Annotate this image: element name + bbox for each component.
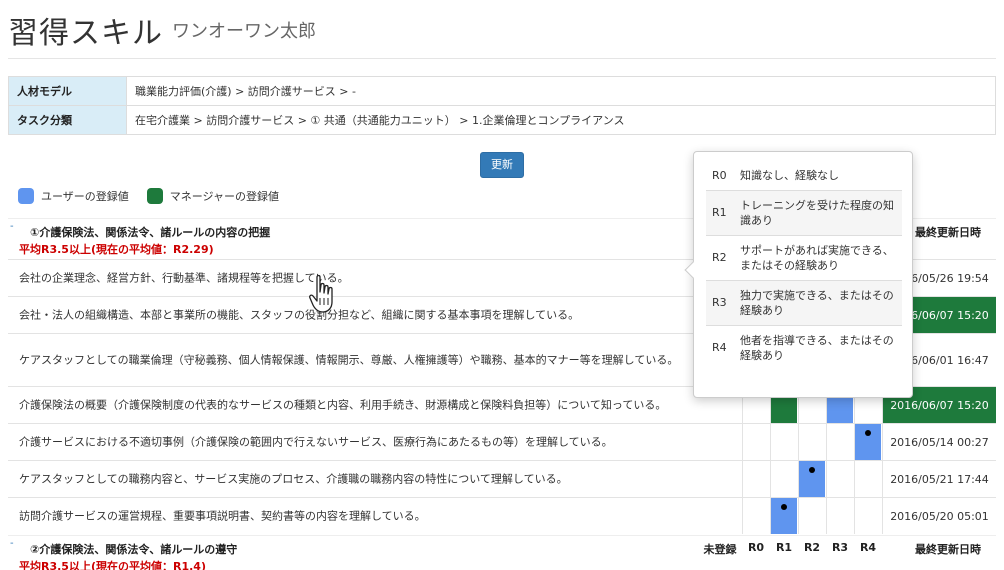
info-value: 職業能力評価(介護) > 訪問介護サービス > - [126,76,996,106]
level-desc: 他者を指導できる、またはその経験あり [740,333,894,362]
skill-text: ケアスタッフとしての職業倫理（守秘義務、個人情報保護、情報開示、尊厳、人権擁護等… [19,353,679,367]
level-code: R4 [712,341,727,355]
r2-cell[interactable] [798,461,825,497]
col-unregistered: 未登録 [703,543,737,556]
r3-cell[interactable] [826,424,853,460]
col-last-updated: 最終更新日時 [915,543,981,556]
r4-cell[interactable] [854,498,881,534]
skill-text: 会社・法人の組織構造、本部と事業所の機能、スタッフの役割分担など、組織に関する基… [19,308,580,322]
collapse-toggle-icon[interactable]: - [10,221,14,232]
hand-pointer-icon [309,274,333,313]
title-divider [8,58,996,59]
table-row[interactable]: ケアスタッフとしての職務内容と、サービス実施のプロセス、介護職の職務内容の特性に… [8,460,996,497]
level-row: R2 サポートがあれば実施できる、またはその経験あり [706,235,902,280]
r2-cell[interactable] [798,424,825,460]
r2-cell[interactable] [798,498,825,534]
section-average: 平均R3.5以上(現在の平均値：R1.4) [19,560,206,570]
user-name: ワンオーワン太郎 [172,21,316,42]
level-row: R1 トレーニングを受けた程度の知識あり [706,190,902,235]
col-r4: R4 [859,541,877,554]
info-row-model: 人材モデル 職業能力評価(介護) > 訪問介護サービス > - [8,76,996,106]
skill-text: ケアスタッフとしての職務内容と、サービス実施のプロセス、介護職の職務内容の特性に… [19,472,568,486]
r1-cell[interactable] [770,424,797,460]
skill-text: 介護サービスにおける不適切事例（介護保険の範囲内で行えないサービス、医療行為にあ… [19,435,613,449]
level-desc: サポートがあれば実施できる、またはその経験あり [740,243,894,272]
level-code: R0 [712,168,727,182]
section-average: 平均R3.5以上(現在の平均値：R2.29) [19,243,214,256]
section-header-2: - ②介護保険法、関係法令、諸ルールの遵守 平均R3.5以上(現在の平均値：R1… [8,535,996,570]
level-row: R4 他者を指導できる、またはその経験あり [706,325,902,370]
level-desc: 知識なし、経験なし [740,168,839,182]
level-definitions: R0 知識なし、経験なし R1 トレーニングを受けた程度の知識あり R2 サポー… [706,161,902,370]
r0-cell[interactable] [742,424,769,460]
level-desc: 独力で実施できる、またはその経験あり [740,288,894,317]
r3-cell[interactable] [826,498,853,534]
info-row-task: タスク分類 在宅介護業 > 訪問介護サービス > ① 共通（共通能力ユニット） … [8,105,996,135]
table-row[interactable]: 介護サービスにおける不適切事例（介護保険の範囲内で行えないサービス、医療行為にあ… [8,423,996,460]
section-title: ②介護保険法、関係法令、諸ルールの遵守 [30,543,238,556]
level-code: R3 [712,296,727,309]
r0-cell[interactable] [742,461,769,497]
current-value-marker [781,504,787,510]
r1-cell[interactable] [770,461,797,497]
level-code: R2 [712,251,727,264]
r0-cell[interactable] [742,498,769,534]
section-title: ①介護保険法、関係法令、諸ルールの内容の把握 [30,226,271,239]
r1-cell[interactable] [770,498,797,534]
info-table: 人材モデル 職業能力評価(介護) > 訪問介護サービス > - タスク分類 在宅… [8,76,996,135]
last-updated-cell: 2016/05/14 00:27 [882,424,996,460]
current-value-marker [865,430,871,436]
level-popover: R0 知識なし、経験なし R1 トレーニングを受けた程度の知識あり R2 サポー… [684,151,913,398]
level-code: R1 [712,206,727,219]
skill-text: 訪問介護サービスの運営規程、重要事項説明書、契約書等の内容を理解している。 [19,509,426,523]
legend-manager-label: マネージャーの登録値 [169,190,280,203]
legend-user-label: ユーザーの登録値 [41,190,129,203]
legend: ユーザーの登録値 マネージャーの登録値 [18,188,297,204]
info-label: タスク分類 [8,105,127,135]
last-updated-cell: 2016/05/21 17:44 [882,461,996,497]
r4-cell[interactable] [854,424,881,460]
skill-text: 介護保険法の概要（介護保険制度の代表的なサービスの種類と内容、利用手続き、財源構… [19,398,667,412]
col-r2: R2 [803,541,821,554]
level-row: R3 独力で実施できる、またはその経験あり [706,280,902,325]
update-button[interactable]: 更新 [480,152,524,178]
last-updated-cell: 2016/05/20 05:01 [882,498,996,534]
level-desc: トレーニングを受けた程度の知識あり [740,198,894,227]
skill-text: 会社の企業理念、経営方針、行動基準、諸規程等を把握している。 [19,271,349,285]
col-last-updated: 最終更新日時 [915,226,981,239]
level-row: R0 知識なし、経験なし [706,161,902,190]
col-r3: R3 [831,541,849,554]
collapse-toggle-icon[interactable]: - [10,538,14,549]
col-r0: R0 [747,541,765,554]
info-value: 在宅介護業 > 訪問介護サービス > ① 共通（共通能力ユニット） > 1.企業… [126,105,996,135]
col-r1: R1 [775,541,793,554]
info-label: 人材モデル [8,76,127,106]
user-swatch [18,188,34,204]
current-value-marker [809,467,815,473]
table-row[interactable]: 訪問介護サービスの運営規程、重要事項説明書、契約書等の内容を理解している。 20… [8,497,996,534]
page-title: 習得スキル [8,16,163,51]
manager-swatch [146,188,163,204]
r3-cell[interactable] [826,461,853,497]
r4-cell[interactable] [854,461,881,497]
